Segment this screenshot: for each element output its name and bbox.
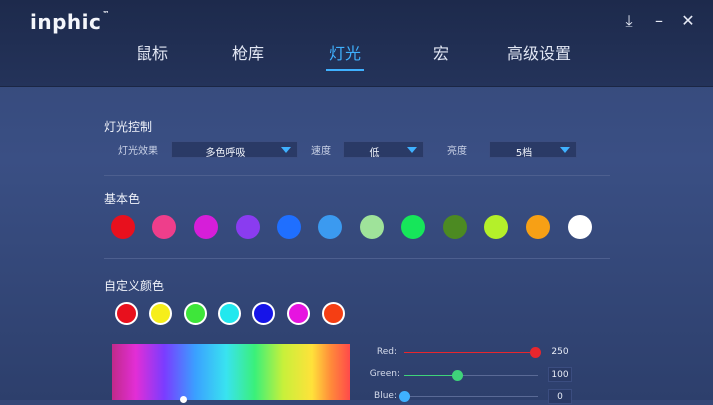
basic-color-swatch[interactable] — [152, 215, 176, 239]
blue-slider[interactable] — [399, 391, 538, 402]
green-slider[interactable] — [404, 370, 538, 381]
divider — [104, 175, 610, 176]
brightness-value: 5档 — [515, 148, 533, 159]
basic-color-swatch[interactable] — [318, 215, 342, 239]
custom-color-swatch[interactable] — [322, 302, 345, 325]
lighting-control-title: 灯光控制 — [104, 120, 153, 134]
basic-color-swatch[interactable] — [401, 215, 425, 239]
green-value[interactable]: 100 — [548, 367, 572, 382]
title-bar: inphic™ ⤓ – ✕ 鼠标 枪库 灯光 宏 高级设置 — [0, 0, 713, 87]
effect-value: 多色呼吸 — [205, 148, 246, 159]
main-tabs: 鼠标 枪库 灯光 宏 高级设置 — [0, 40, 713, 70]
blue-slider-knob[interactable] — [399, 391, 410, 402]
custom-color-swatch[interactable] — [218, 302, 241, 325]
speed-value: 低 — [369, 148, 380, 159]
speed-label: 速度 — [311, 146, 331, 157]
basic-color-swatch[interactable] — [194, 215, 218, 239]
red-value[interactable]: 250 — [548, 345, 572, 360]
red-label: Red: — [376, 347, 397, 357]
divider — [104, 258, 610, 259]
basic-color-swatch[interactable] — [526, 215, 550, 239]
effect-dropdown[interactable]: 多色呼吸 — [171, 141, 298, 159]
basic-color-swatch[interactable] — [484, 215, 508, 239]
chevron-down-icon — [560, 147, 570, 153]
basic-color-swatch[interactable] — [568, 215, 592, 239]
basic-color-swatch[interactable] — [360, 215, 384, 239]
tab-gun-library[interactable]: 枪库 — [232, 40, 264, 64]
green-label: Green: — [369, 369, 400, 379]
red-slider-fill — [404, 352, 535, 353]
custom-color-swatch[interactable] — [287, 302, 310, 325]
basic-color-swatch[interactable] — [236, 215, 260, 239]
chevron-down-icon — [407, 147, 417, 153]
custom-color-swatch[interactable] — [252, 302, 275, 325]
chevron-down-icon — [281, 147, 291, 153]
basic-color-swatch[interactable] — [443, 215, 467, 239]
tab-lighting[interactable]: 灯光 — [329, 40, 361, 64]
brightness-dropdown[interactable]: 5档 — [489, 141, 577, 159]
custom-color-swatch[interactable] — [115, 302, 138, 325]
logo-trademark: ™ — [102, 10, 110, 18]
green-slider-fill — [404, 375, 457, 376]
speed-dropdown[interactable]: 低 — [343, 141, 424, 159]
download-icon[interactable]: ⤓ — [620, 12, 638, 30]
close-icon[interactable]: ✕ — [679, 12, 697, 30]
tab-macro[interactable]: 宏 — [433, 40, 449, 64]
red-slider[interactable] — [404, 347, 541, 358]
custom-color-swatch[interactable] — [184, 302, 207, 325]
custom-colors-title: 自定义颜色 — [104, 279, 165, 293]
effect-label: 灯光效果 — [118, 146, 158, 157]
color-spectrum-picker[interactable] — [112, 344, 350, 400]
green-slider-knob[interactable] — [452, 370, 463, 381]
active-tab-indicator — [326, 69, 364, 71]
basic-color-swatch[interactable] — [277, 215, 301, 239]
basic-colors-title: 基本色 — [104, 192, 141, 206]
red-slider-knob[interactable] — [530, 347, 541, 358]
brightness-label: 亮度 — [447, 146, 467, 157]
blue-value[interactable]: 0 — [548, 389, 572, 404]
tab-advanced-settings[interactable]: 高级设置 — [507, 40, 571, 64]
inphic-logo: inphic™ — [30, 10, 110, 34]
minimize-icon[interactable]: – — [650, 12, 668, 30]
tab-mouse[interactable]: 鼠标 — [136, 40, 168, 64]
logo-text: inphic — [30, 10, 102, 34]
custom-color-swatch[interactable] — [149, 302, 172, 325]
basic-color-swatch[interactable] — [111, 215, 135, 239]
